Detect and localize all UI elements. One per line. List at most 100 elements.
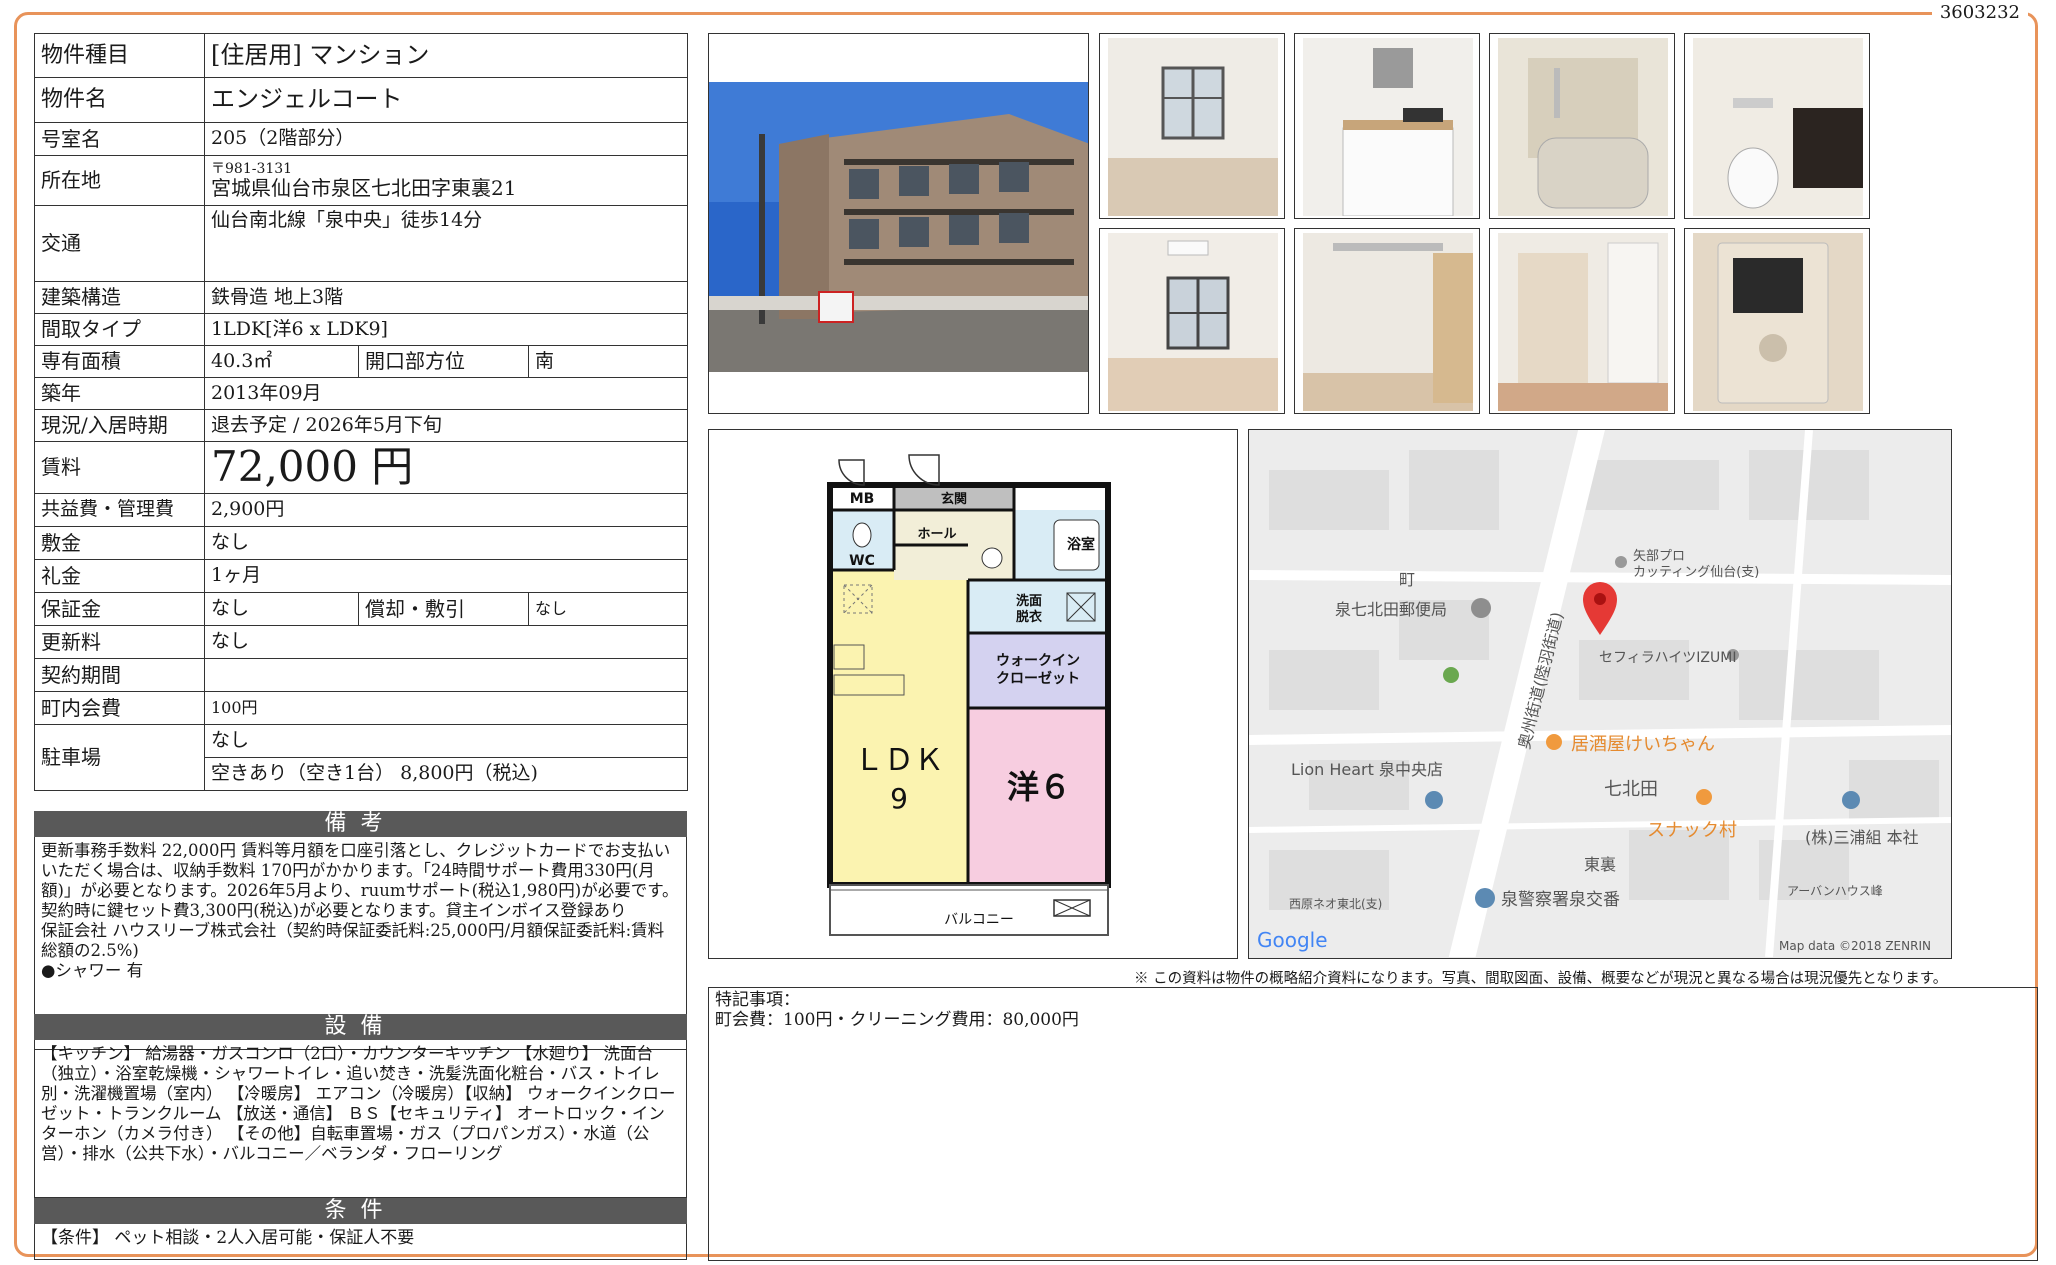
interior-photo-intercom (1684, 228, 1870, 414)
yabe-pin-icon (1615, 556, 1627, 568)
property-spec-table: 物件種目 [住居用] マンション 物件名 エンジェルコート 号室名 205（2階… (34, 33, 689, 791)
label-balcony: バルコニー (944, 912, 1014, 928)
renewal-value: なし (203, 625, 689, 659)
building-exterior-image (709, 82, 1088, 372)
document-id: 3603232 (1931, 2, 2028, 23)
map-label-lionheart: Lion Heart 泉中央店 (1291, 760, 1443, 779)
address-label: 所在地 (34, 155, 205, 206)
label-hall: ホール (917, 527, 956, 542)
contract-label: 契約期間 (34, 658, 205, 692)
room-window-2-image (1108, 233, 1278, 411)
map-label-sefira: セフィラハイツIZUMI (1599, 650, 1736, 666)
type-value: [住居用] マンション (203, 33, 689, 78)
shower-text: ●シャワー 有 (41, 961, 144, 980)
access-value: 仙台南北線「泉中央」徒歩14分 (203, 205, 689, 282)
guarantee-label: 保証金 (34, 592, 205, 626)
bathroom-image (1498, 38, 1668, 216)
conditions-text: 【条件】 ペット相談・2人入居可能・保証人不要 (41, 1228, 415, 1248)
map-label-izakaya: 居酒屋けいちゃん (1571, 734, 1715, 755)
map-data-credit: Map data ©2018 ZENRIN (1779, 939, 1931, 953)
deposit-value: なし (203, 526, 689, 560)
label-genkan: 玄関 (941, 491, 967, 507)
rent-label: 賃料 (34, 441, 205, 494)
parking-label: 駐車場 (34, 724, 205, 791)
floor-plan-panel: MB 玄関 ホール 浴室 WC 洗面脱衣 ウォークインクローゼット ＬＤＫ 9 … (708, 429, 1238, 959)
remarks-section-header: 備考 (34, 811, 687, 837)
map-label-yabe-line2: カッティング仙台(支) (1633, 565, 1759, 580)
interior-photo-kitchen (1294, 33, 1480, 219)
guarantor-text: 保証会社 ハウスリーブ株式会社（契約時保証委託料:25,000円/月額保証委託料… (41, 921, 665, 960)
name-value: エンジェルコート (203, 77, 689, 123)
ldk-room (830, 570, 968, 885)
google-logo: Google (1257, 928, 1328, 952)
toilet-image (1693, 38, 1863, 216)
restaurant-icon (1546, 734, 1562, 750)
amort-value: なし (527, 592, 689, 626)
map-drawing: 町 泉七北田郵便局 矢部プロカッティング仙台(支) セフィラハイツIZUMI L… (1249, 430, 1951, 958)
closet-image (1303, 233, 1473, 411)
police-pin-icon (1475, 888, 1495, 908)
type-label: 物件種目 (34, 33, 205, 78)
fee-label: 共益費・管理費 (34, 493, 205, 527)
interior-photo-toilet (1684, 33, 1870, 219)
floor-plan-drawing: MB 玄関 ホール 浴室 WC 洗面脱衣 ウォークインクローゼット ＬＤＫ 9 … (827, 454, 1111, 936)
room-window-image (1108, 38, 1278, 216)
contract-value (203, 658, 689, 692)
parking-value-1: なし (203, 724, 689, 758)
lionheart-pin-icon (1425, 791, 1443, 809)
address-cell: 〒981-3131 宮城県仙台市泉区七北田字東裏21 (203, 155, 689, 206)
renewal-label: 更新料 (34, 625, 205, 659)
remarks-text: 更新事務手数料 22,000円 賃料等月額を口座引落とし、クレジットカードでお支… (41, 841, 679, 920)
label-closet-line1: ウォークイン (996, 653, 1080, 669)
special-remarks-text: 町会費：100円・クリーニング費用：80,000円 (715, 1010, 1079, 1030)
equipment-text: 【キッチン】 給湯器・ガスコンロ（2口）・カウンターキッチン 【水廻り】 洗面台… (41, 1044, 676, 1163)
map-label-snack: スナック村 (1647, 820, 1737, 841)
structure-label: 建築構造 (34, 281, 205, 314)
town-fee-label: 町内会費 (34, 691, 205, 725)
equipment-section-header: 設備 (34, 1014, 687, 1040)
rent-value: 72,000 円 (203, 441, 689, 494)
label-bath: 浴室 (1067, 536, 1095, 553)
exterior-photo (708, 33, 1089, 414)
interior-photo-entrance (1489, 228, 1675, 414)
interior-photo-bathroom (1489, 33, 1675, 219)
intercom-image (1693, 233, 1863, 411)
fee-value: 2,900円 (203, 493, 689, 527)
equipment-section-body: 【キッチン】 給湯器・ガスコンロ（2口）・カウンターキッチン 【水廻り】 洗面台… (34, 1040, 687, 1198)
bar-icon (1696, 789, 1712, 805)
status-value: 退去予定 / 2026年5月下旬 (203, 409, 689, 442)
special-remarks-box: 特記事項： 町会費：100円・クリーニング費用：80,000円 (708, 987, 2038, 1261)
map-label-yabe-line1: 矢部プロ (1633, 549, 1685, 564)
town-fee-value: 100円 (203, 691, 689, 725)
address-value: 宮城県仙台市泉区七北田字東裏21 (211, 175, 517, 200)
layout-value: 1LDK[洋6 x LDK9] (203, 313, 689, 346)
map-label-post: 泉七北田郵便局 (1335, 600, 1447, 619)
label-closet-line2: クローゼット (996, 670, 1080, 687)
built-label: 築年 (34, 377, 205, 410)
address-zip: 〒981-3131 (211, 160, 293, 177)
label-ldk: ＬＤＫ (854, 743, 944, 778)
location-map[interactable]: 町 泉七北田郵便局 矢部プロカッティング仙台(支) セフィラハイツIZUMI L… (1248, 429, 1952, 959)
access-label: 交通 (34, 205, 205, 282)
keymoney-label: 礼金 (34, 559, 205, 593)
deposit-label: 敷金 (34, 526, 205, 560)
map-label-urban: アーバンハウス峰 (1787, 884, 1883, 898)
store-icon (1443, 667, 1459, 683)
miura-pin-icon (1842, 791, 1860, 809)
opening-value: 南 (527, 345, 689, 378)
conditions-section-header: 条件 (34, 1198, 687, 1224)
map-label-nishihara: 西原ネオ東北(支) (1289, 897, 1382, 911)
label-wash-line2: 脱衣 (1016, 609, 1042, 625)
area-label: 専有面積 (34, 345, 205, 378)
disclaimer-note: ※ この資料は物件の概略紹介資料になります。写真、間取図面、設備、概要などが現況… (1134, 971, 1948, 987)
map-label-town: 町 (1399, 570, 1415, 589)
built-value: 2013年09月 (203, 377, 689, 410)
guarantee-value: なし (204, 592, 359, 626)
special-remarks-title: 特記事項： (715, 990, 800, 1010)
label-western: 洋６ (1007, 768, 1071, 806)
label-wc: WC (849, 553, 875, 569)
room-label: 号室名 (34, 122, 205, 156)
label-ldk-size: 9 (890, 782, 908, 815)
interior-photo-room (1099, 33, 1285, 219)
map-label-nanakita: 七北田 (1604, 779, 1658, 800)
